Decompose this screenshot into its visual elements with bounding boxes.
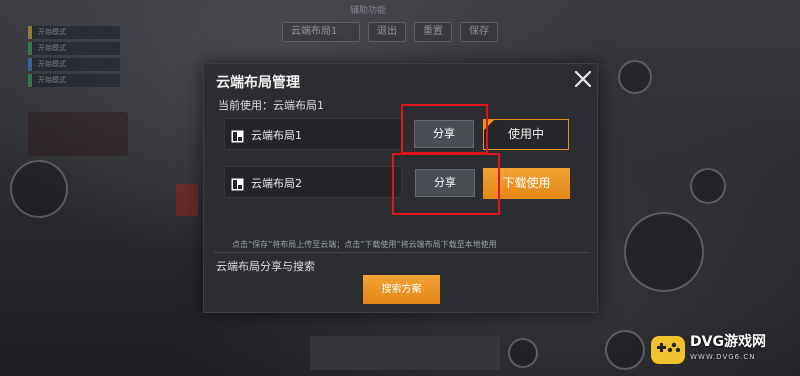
bg-control-button (605, 330, 645, 370)
in-use-corner-flag (483, 119, 495, 131)
layout-name: 云端布局2 (251, 177, 302, 190)
bg-message-panel (28, 112, 128, 156)
close-icon (574, 70, 592, 88)
watermark-brand: DVG游戏网 (690, 334, 766, 350)
cloud-layout-dialog: 云端布局管理 当前使用：云端布局1 云端布局1 分享 使用中 云端布局2 分享 … (203, 63, 598, 313)
layout-row: 云端布局1 分享 使用中 (224, 118, 574, 150)
bg-red-marker (176, 184, 198, 216)
bg-control-button (508, 338, 538, 368)
bg-side-list: 开始模式 开始模式 开始模式 开始模式 (28, 26, 120, 90)
share-button[interactable]: 分享 (414, 120, 474, 148)
download-use-button[interactable]: 下载使用 (483, 168, 570, 199)
share-search-label: 云端布局分享与搜索 (216, 260, 315, 273)
bg-top-title: 辅助功能 (350, 6, 387, 16)
search-scheme-button[interactable]: 搜索方案 (363, 275, 440, 304)
bg-list-item: 开始模式 (28, 58, 120, 71)
hint-text: 点击“保存”将布局上传至云端；点击“下载使用”将云端布局下载至本地使用 (232, 240, 497, 249)
close-button[interactable] (571, 67, 595, 91)
layout-name-field[interactable]: 云端布局1 (224, 118, 402, 150)
share-button[interactable]: 分享 (415, 169, 475, 197)
bg-layout-chip: 云端布局1 (282, 22, 360, 42)
bg-save-chip: 保存 (460, 22, 498, 42)
current-usage-label: 当前使用：云端布局1 (218, 99, 324, 112)
bg-top-bar: 云端布局1 退出 重置 保存 (282, 22, 522, 42)
bg-list-item: 开始模式 (28, 42, 120, 55)
bg-reset-chip: 重置 (414, 22, 452, 42)
in-use-label: 使用中 (507, 127, 544, 141)
bg-list-item: 开始模式 (28, 26, 120, 39)
layout-grid-icon (231, 176, 244, 191)
layout-name: 云端布局1 (251, 129, 302, 142)
bg-control-button (690, 168, 726, 204)
bg-exit-chip: 退出 (368, 22, 406, 42)
bg-control-button (618, 60, 652, 94)
bg-list-item: 开始模式 (28, 74, 120, 87)
bg-bottom-bar (310, 336, 500, 370)
in-use-button[interactable]: 使用中 (483, 119, 569, 150)
watermark-domain: WWW.DVG6.CN (690, 353, 756, 361)
site-watermark: DVG游戏网 WWW.DVG6.CN (650, 330, 796, 370)
divider (214, 252, 589, 253)
bg-fire-button (624, 212, 704, 292)
dialog-title: 云端布局管理 (216, 75, 300, 91)
layout-name-field[interactable]: 云端布局2 (224, 166, 402, 198)
gamepad-logo-icon (650, 332, 686, 368)
layout-row: 云端布局2 分享 下载使用 (224, 166, 574, 199)
layout-grid-icon (231, 128, 244, 143)
bg-joystick (10, 160, 68, 218)
